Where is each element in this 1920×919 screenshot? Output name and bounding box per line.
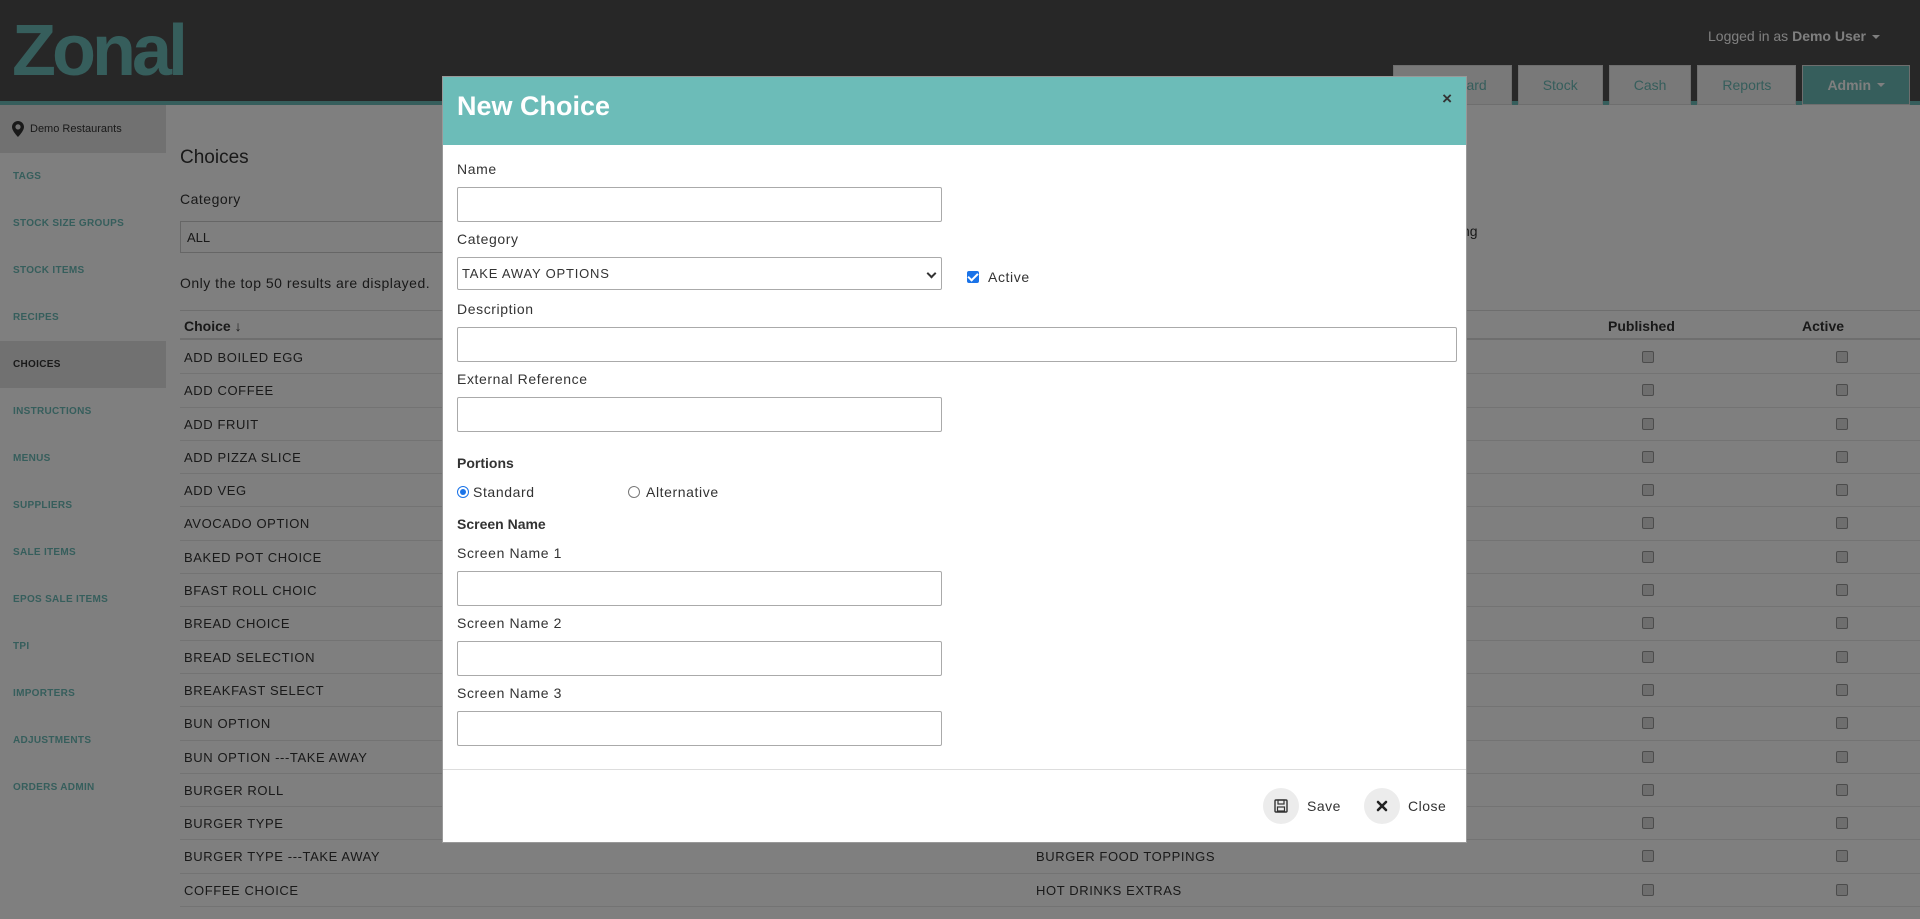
close-x-icon	[1364, 788, 1400, 824]
modal-title: New Choice	[457, 91, 611, 121]
screen-name-3-input[interactable]	[457, 711, 942, 746]
save-button[interactable]: Save	[1263, 788, 1341, 824]
external-reference-input[interactable]	[457, 397, 942, 432]
screen-name-3-label: Screen Name 3	[457, 685, 563, 701]
close-button[interactable]: Close	[1364, 788, 1446, 824]
radio-selected-icon[interactable]	[457, 486, 469, 498]
category-select[interactable]: TAKE AWAY OPTIONS	[457, 257, 942, 290]
modal-body: Name Category TAKE AWAY OPTIONS Active D…	[443, 145, 1466, 770]
portion-alternative-radio[interactable]: Alternative	[628, 484, 719, 500]
external-reference-label: External Reference	[457, 371, 588, 387]
name-label: Name	[457, 161, 497, 177]
modal-header: New Choice ×	[443, 77, 1466, 145]
screen-name-1-label: Screen Name 1	[457, 545, 563, 561]
name-input[interactable]	[457, 187, 942, 222]
screen-name-2-label: Screen Name 2	[457, 615, 563, 631]
description-label: Description	[457, 301, 534, 317]
description-input[interactable]	[457, 327, 1457, 362]
modal-footer: Save Close	[443, 770, 1466, 842]
floppy-disk-icon	[1263, 788, 1299, 824]
active-checkbox[interactable]: Active	[967, 269, 1030, 285]
chevron-down-icon	[926, 268, 937, 279]
screen-name-2-input[interactable]	[457, 641, 942, 676]
radio-unselected-icon[interactable]	[628, 486, 640, 498]
category-label: Category	[457, 231, 519, 247]
screen-name-section-label: Screen Name	[457, 516, 546, 532]
new-choice-modal: New Choice × Name Category TAKE AWAY OPT…	[442, 76, 1467, 843]
checkbox-checked-icon[interactable]	[967, 271, 979, 283]
portions-label: Portions	[457, 455, 514, 471]
screen-name-1-input[interactable]	[457, 571, 942, 606]
close-icon[interactable]: ×	[1442, 89, 1452, 109]
portion-standard-radio[interactable]: Standard	[457, 484, 535, 500]
